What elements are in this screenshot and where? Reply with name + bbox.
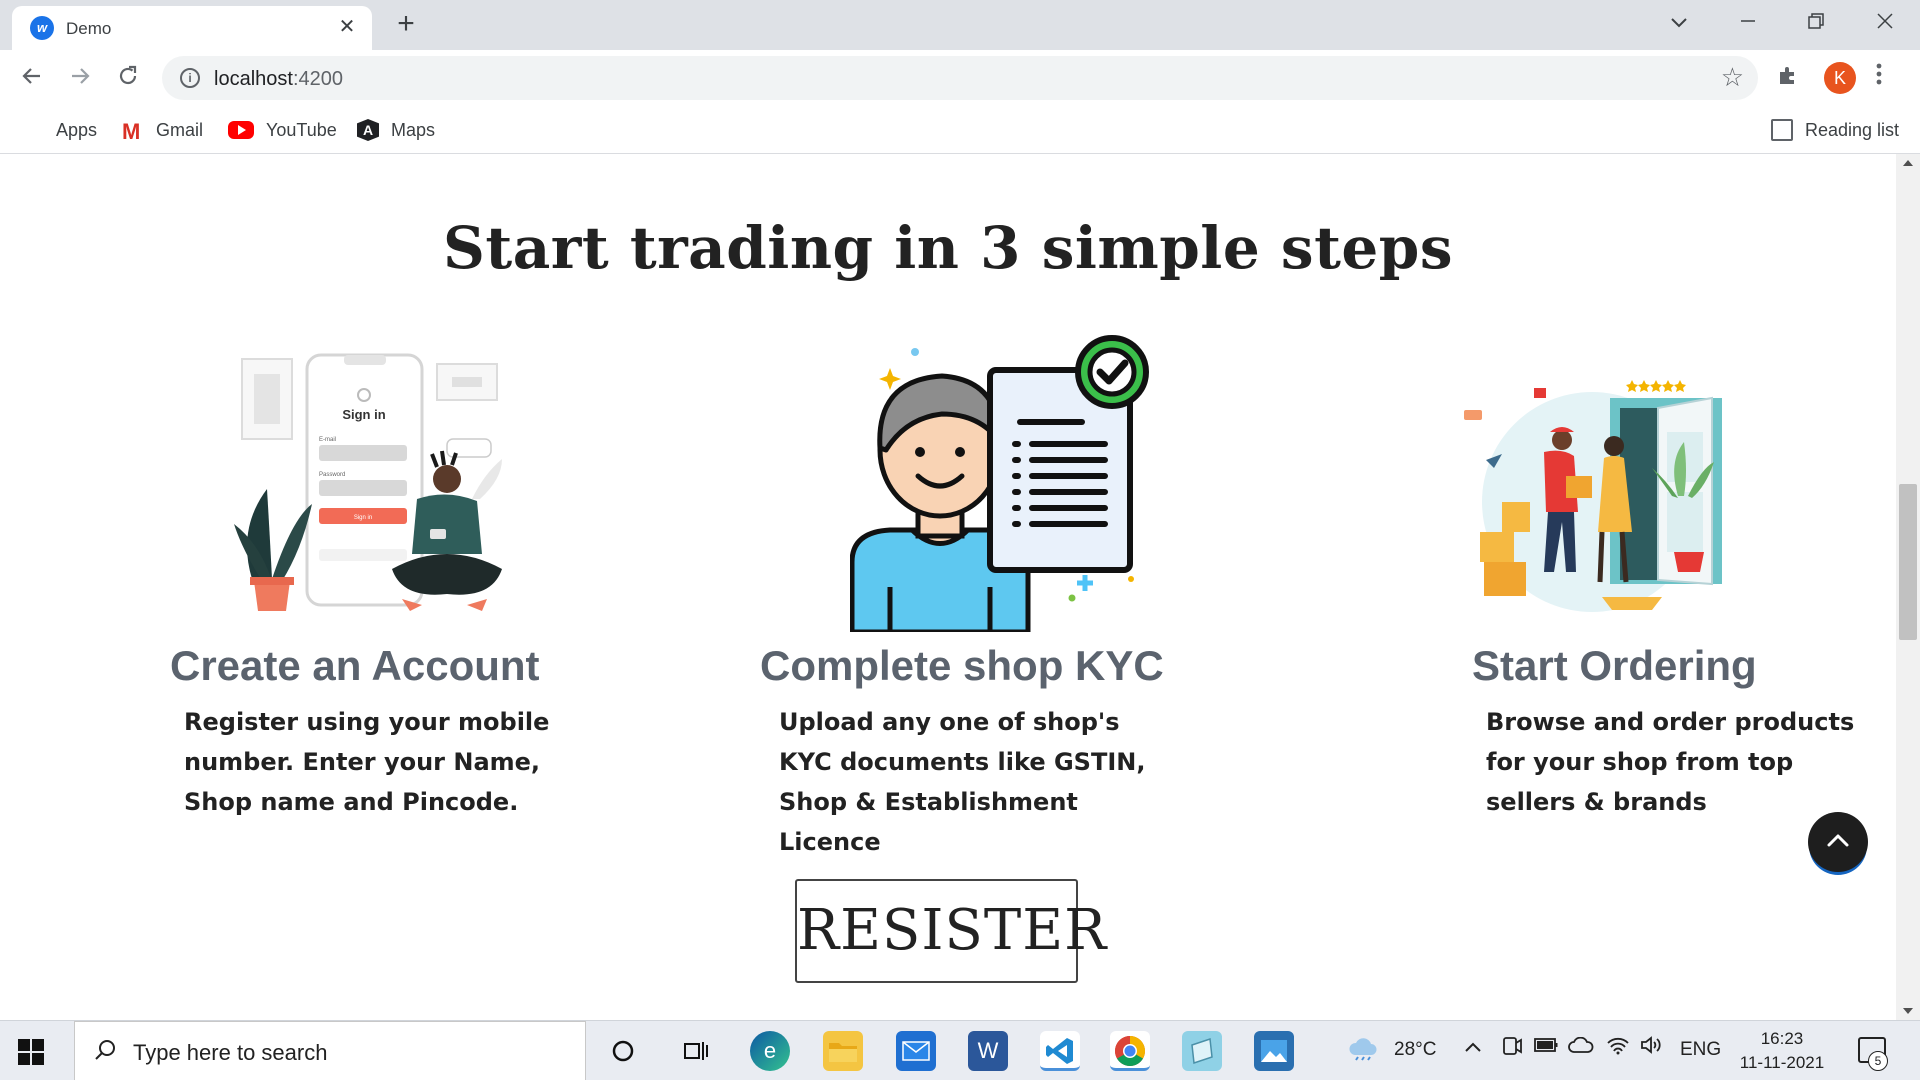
new-tab-button[interactable]: + bbox=[390, 9, 422, 41]
chrome-icon[interactable] bbox=[1110, 1031, 1150, 1071]
chevron-up-icon bbox=[1827, 834, 1849, 847]
clock-time: 16:23 bbox=[1760, 1029, 1804, 1048]
wifi-icon[interactable] bbox=[1606, 1035, 1630, 1061]
bookmarks-bar: Apps M Gmail YouTube A Maps Reading list bbox=[0, 106, 1920, 154]
notepad-icon[interactable] bbox=[1182, 1031, 1222, 1071]
meet-now-icon[interactable] bbox=[1500, 1035, 1522, 1063]
vscode-icon[interactable] bbox=[1040, 1031, 1080, 1071]
cortana-icon[interactable] bbox=[603, 1031, 643, 1071]
battery-icon[interactable] bbox=[1534, 1037, 1558, 1059]
bookmark-label: Apps bbox=[56, 119, 98, 140]
site-favicon-icon: w bbox=[30, 16, 54, 40]
bookmark-maps[interactable]: A Maps bbox=[357, 116, 435, 144]
reading-list-button[interactable]: Reading list bbox=[1771, 116, 1899, 144]
gmail-icon: M bbox=[122, 119, 141, 144]
step-3-description: Browse and order products for your shop … bbox=[1486, 708, 1855, 816]
angular-logo-icon: A bbox=[357, 119, 379, 141]
browser-tab[interactable]: w Demo ✕ bbox=[12, 6, 372, 50]
tab-close-icon[interactable]: ✕ bbox=[334, 14, 360, 40]
bookmark-gmail[interactable]: M Gmail bbox=[122, 116, 203, 144]
bookmark-youtube[interactable]: YouTube bbox=[228, 116, 337, 144]
scroll-to-top-button[interactable] bbox=[1808, 812, 1868, 872]
search-icon bbox=[93, 1038, 117, 1069]
url-text[interactable]: localhost:4200 bbox=[214, 68, 343, 91]
tab-search-chevron-icon[interactable] bbox=[1656, 8, 1702, 38]
bookmark-apps[interactable]: Apps bbox=[22, 116, 97, 144]
illustration-signin-heading: Sign in bbox=[342, 407, 385, 422]
close-window-icon[interactable] bbox=[1862, 8, 1908, 38]
restore-icon[interactable] bbox=[1793, 8, 1839, 38]
step-2-title: Complete shop KYC bbox=[760, 642, 1164, 689]
step-2-description: Upload any one of shop's KYC documents l… bbox=[779, 708, 1146, 856]
more-menu-icon[interactable] bbox=[1876, 62, 1882, 93]
mail-icon[interactable] bbox=[896, 1031, 936, 1071]
extensions-puzzle-icon[interactable] bbox=[1776, 64, 1800, 95]
step-1-title: Create an Account bbox=[170, 642, 540, 689]
bookmark-label: YouTube bbox=[266, 119, 337, 140]
browser-tab-strip: w Demo ✕ + bbox=[0, 0, 1920, 50]
reload-icon[interactable] bbox=[111, 62, 145, 96]
scroll-down-arrow-icon[interactable] bbox=[1903, 1008, 1913, 1014]
minimize-icon[interactable] bbox=[1725, 8, 1771, 38]
file-explorer-icon[interactable] bbox=[823, 1031, 863, 1071]
tab-title: Demo bbox=[66, 19, 112, 38]
input-language[interactable]: ENG bbox=[1680, 1039, 1721, 1061]
notification-count-badge: 5 bbox=[1868, 1051, 1888, 1071]
site-info-icon[interactable]: i bbox=[180, 68, 200, 88]
taskbar-clock[interactable]: 16:23 11-11-2021 bbox=[1732, 1027, 1832, 1075]
step-3-title: Start Ordering bbox=[1472, 642, 1757, 689]
bookmark-label: Gmail bbox=[156, 119, 204, 140]
address-bar[interactable]: i localhost:4200 ☆ bbox=[162, 56, 1758, 100]
illustration-signin-button-label: Sign in bbox=[354, 515, 372, 521]
create-account-illustration: Sign in E-mail Password Sign in bbox=[234, 353, 502, 611]
clock-date: 11-11-2021 bbox=[1739, 1053, 1825, 1072]
start-ordering-illustration bbox=[1464, 380, 1722, 612]
bookmark-star-icon[interactable]: ☆ bbox=[1721, 62, 1744, 93]
onedrive-cloud-icon[interactable] bbox=[1568, 1036, 1594, 1059]
browser-toolbar: i localhost:4200 ☆ K bbox=[0, 50, 1920, 106]
volume-icon[interactable] bbox=[1640, 1035, 1664, 1061]
profile-avatar[interactable]: K bbox=[1824, 62, 1856, 94]
back-arrow-icon[interactable] bbox=[15, 62, 49, 96]
photos-icon[interactable] bbox=[1254, 1031, 1294, 1071]
youtube-icon bbox=[228, 121, 254, 139]
illustration-password-label: Password bbox=[319, 472, 345, 478]
show-hidden-icons-chevron-icon[interactable] bbox=[1464, 1037, 1482, 1059]
page-scrollbar[interactable] bbox=[1896, 154, 1920, 1020]
weather-temperature[interactable]: 28°C bbox=[1394, 1039, 1436, 1061]
page-headline: Start trading in 3 simple steps bbox=[443, 214, 1453, 282]
scrollbar-thumb[interactable] bbox=[1899, 484, 1917, 640]
bookmark-label: Reading list bbox=[1805, 119, 1900, 140]
step-1-description: Register using your mobile number. Enter… bbox=[184, 708, 550, 816]
edge-browser-icon[interactable]: e bbox=[750, 1031, 790, 1071]
windows-start-icon[interactable] bbox=[18, 1039, 44, 1065]
search-placeholder: Type here to search bbox=[133, 1040, 328, 1065]
page-content: Start trading in 3 simple steps Sign in … bbox=[0, 154, 1896, 1020]
windows-taskbar: Type here to search e W 28°C ENG 16:23 1… bbox=[0, 1020, 1920, 1080]
apps-grid-icon bbox=[22, 119, 44, 141]
forward-arrow-icon[interactable] bbox=[63, 62, 97, 96]
reading-list-icon bbox=[1771, 119, 1793, 141]
word-icon[interactable]: W bbox=[968, 1031, 1008, 1071]
scroll-up-arrow-icon[interactable] bbox=[1903, 160, 1913, 166]
bookmark-label: Maps bbox=[391, 119, 436, 140]
kyc-document-illustration bbox=[850, 335, 1149, 632]
weather-icon[interactable] bbox=[1348, 1035, 1378, 1067]
illustration-email-label: E-mail bbox=[319, 437, 336, 443]
taskbar-search-box[interactable]: Type here to search bbox=[74, 1021, 586, 1080]
register-button[interactable]: RESISTER bbox=[795, 879, 1106, 983]
task-view-icon[interactable] bbox=[676, 1031, 716, 1071]
